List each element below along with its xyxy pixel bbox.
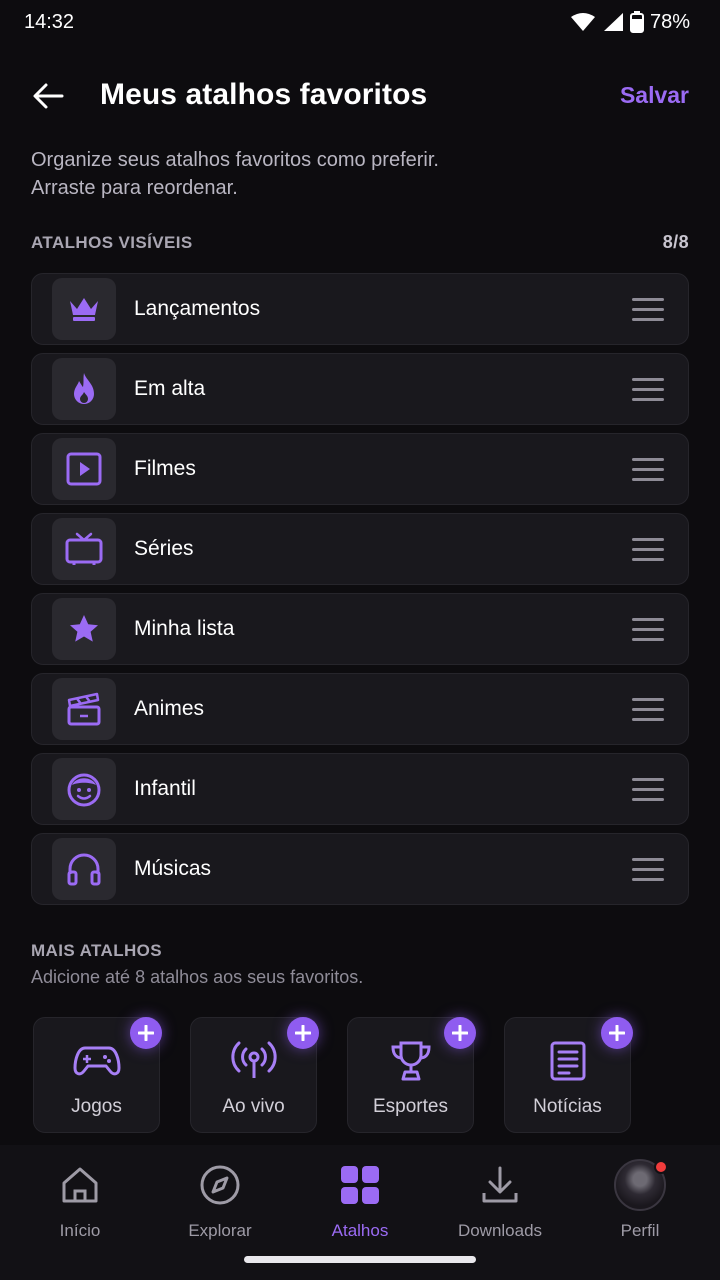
intro-line-2: Arraste para reordenar. — [31, 177, 238, 199]
shortcut-row-series[interactable]: Séries — [31, 513, 689, 585]
more-card-label: Notícias — [533, 1096, 602, 1117]
intro-text: Organize seus atalhos favoritos como pre… — [31, 146, 651, 202]
more-section-header: MAIS ATALHOS — [31, 941, 689, 961]
more-card-ao-vivo[interactable]: Ao vivo — [190, 1017, 319, 1133]
drag-handle-icon[interactable] — [632, 698, 664, 722]
drag-handle-icon[interactable] — [632, 858, 664, 882]
tv-icon — [52, 518, 116, 580]
add-icon[interactable] — [287, 1017, 319, 1049]
star-icon — [52, 598, 116, 660]
fire-icon — [52, 358, 116, 420]
shortcut-row-infantil[interactable]: Infantil — [31, 753, 689, 825]
add-icon[interactable] — [130, 1017, 162, 1049]
shortcut-row-lancamentos[interactable]: Lançamentos — [31, 273, 689, 345]
shortcut-row-animes[interactable]: Animes — [31, 673, 689, 745]
status-time: 14:32 — [24, 10, 75, 33]
nav-label: Atalhos — [331, 1221, 389, 1240]
headphones-icon — [52, 838, 116, 900]
drag-handle-icon[interactable] — [632, 378, 664, 402]
shortcut-label: Infantil — [134, 777, 196, 800]
nav-label: Explorar — [188, 1221, 252, 1240]
play-icon — [52, 438, 116, 500]
more-card-label: Ao vivo — [222, 1096, 285, 1117]
shortcut-row-filmes[interactable]: Filmes — [31, 433, 689, 505]
more-shortcuts-grid: Jogos Ao vivo Esportes Notícias — [33, 1017, 653, 1133]
drag-handle-icon[interactable] — [632, 538, 664, 562]
section-title: MAIS ATALHOS — [31, 941, 163, 960]
status-bar: 14:32 78% — [0, 0, 720, 44]
more-card-noticias[interactable]: Notícias — [504, 1017, 633, 1133]
download-icon — [430, 1163, 570, 1207]
nav-item-explorar[interactable]: Explorar — [150, 1163, 290, 1243]
battery-icon — [629, 11, 644, 33]
home-indicator[interactable] — [244, 1256, 476, 1263]
nav-item-perfil[interactable]: Perfil — [570, 1159, 710, 1243]
kid-face-icon — [52, 758, 116, 820]
battery-percent: 78% — [649, 10, 690, 33]
shortcut-row-minha-lista[interactable]: Minha lista — [31, 593, 689, 665]
home-icon — [10, 1163, 150, 1207]
section-title: ATALHOS VISÍVEIS — [31, 232, 193, 252]
shortcut-label: Filmes — [134, 457, 196, 480]
compass-icon — [150, 1163, 290, 1207]
visible-section-header: ATALHOS VISÍVEIS 8/8 — [31, 232, 689, 253]
grid-icon — [290, 1163, 430, 1207]
avatar-wrap — [570, 1159, 710, 1211]
add-icon[interactable] — [444, 1017, 476, 1049]
nav-label: Perfil — [620, 1221, 660, 1240]
shortcut-label: Em alta — [134, 377, 206, 400]
nav-label: Downloads — [457, 1221, 543, 1240]
visible-shortcut-list: Lançamentos Em alta Filmes Séries Minha … — [31, 273, 689, 913]
save-button[interactable]: Salvar — [620, 82, 689, 109]
signal-icon — [603, 13, 623, 31]
more-card-label: Jogos — [71, 1096, 122, 1117]
more-card-esportes[interactable]: Esportes — [347, 1017, 476, 1133]
more-card-label: Esportes — [373, 1096, 448, 1117]
add-icon[interactable] — [601, 1017, 633, 1049]
intro-line-1: Organize seus atalhos favoritos como pre… — [31, 149, 439, 171]
shortcut-label: Lançamentos — [134, 297, 261, 320]
drag-handle-icon[interactable] — [632, 458, 664, 482]
status-icons: 78% — [570, 11, 690, 34]
shortcut-label: Minha lista — [134, 617, 235, 640]
nav-item-inicio[interactable]: Início — [10, 1163, 150, 1243]
wifi-icon — [570, 13, 595, 31]
arrow-left-icon — [33, 83, 64, 109]
notification-dot — [654, 1160, 668, 1174]
visible-count: 8/8 — [662, 232, 689, 252]
nav-label: Início — [59, 1221, 101, 1240]
clapperboard-icon — [52, 678, 116, 740]
drag-handle-icon[interactable] — [632, 778, 664, 802]
shortcut-label: Animes — [134, 697, 205, 720]
back-button[interactable] — [28, 78, 68, 114]
shortcut-label: Músicas — [134, 857, 212, 880]
drag-handle-icon[interactable] — [632, 298, 664, 322]
drag-handle-icon[interactable] — [632, 618, 664, 642]
app-header: Meus atalhos favoritos Salvar — [0, 64, 720, 128]
shortcut-row-em-alta[interactable]: Em alta — [31, 353, 689, 425]
shortcut-label: Séries — [134, 537, 194, 560]
page-title: Meus atalhos favoritos — [100, 78, 428, 111]
more-card-jogos[interactable]: Jogos — [33, 1017, 162, 1133]
nav-item-atalhos[interactable]: Atalhos — [290, 1163, 430, 1243]
crown-icon — [52, 278, 116, 340]
avatar — [614, 1159, 668, 1211]
shortcut-row-musicas[interactable]: Músicas — [31, 833, 689, 905]
nav-item-downloads[interactable]: Downloads — [430, 1163, 570, 1243]
more-section-subtitle: Adicione até 8 atalhos aos seus favorito… — [31, 967, 364, 987]
